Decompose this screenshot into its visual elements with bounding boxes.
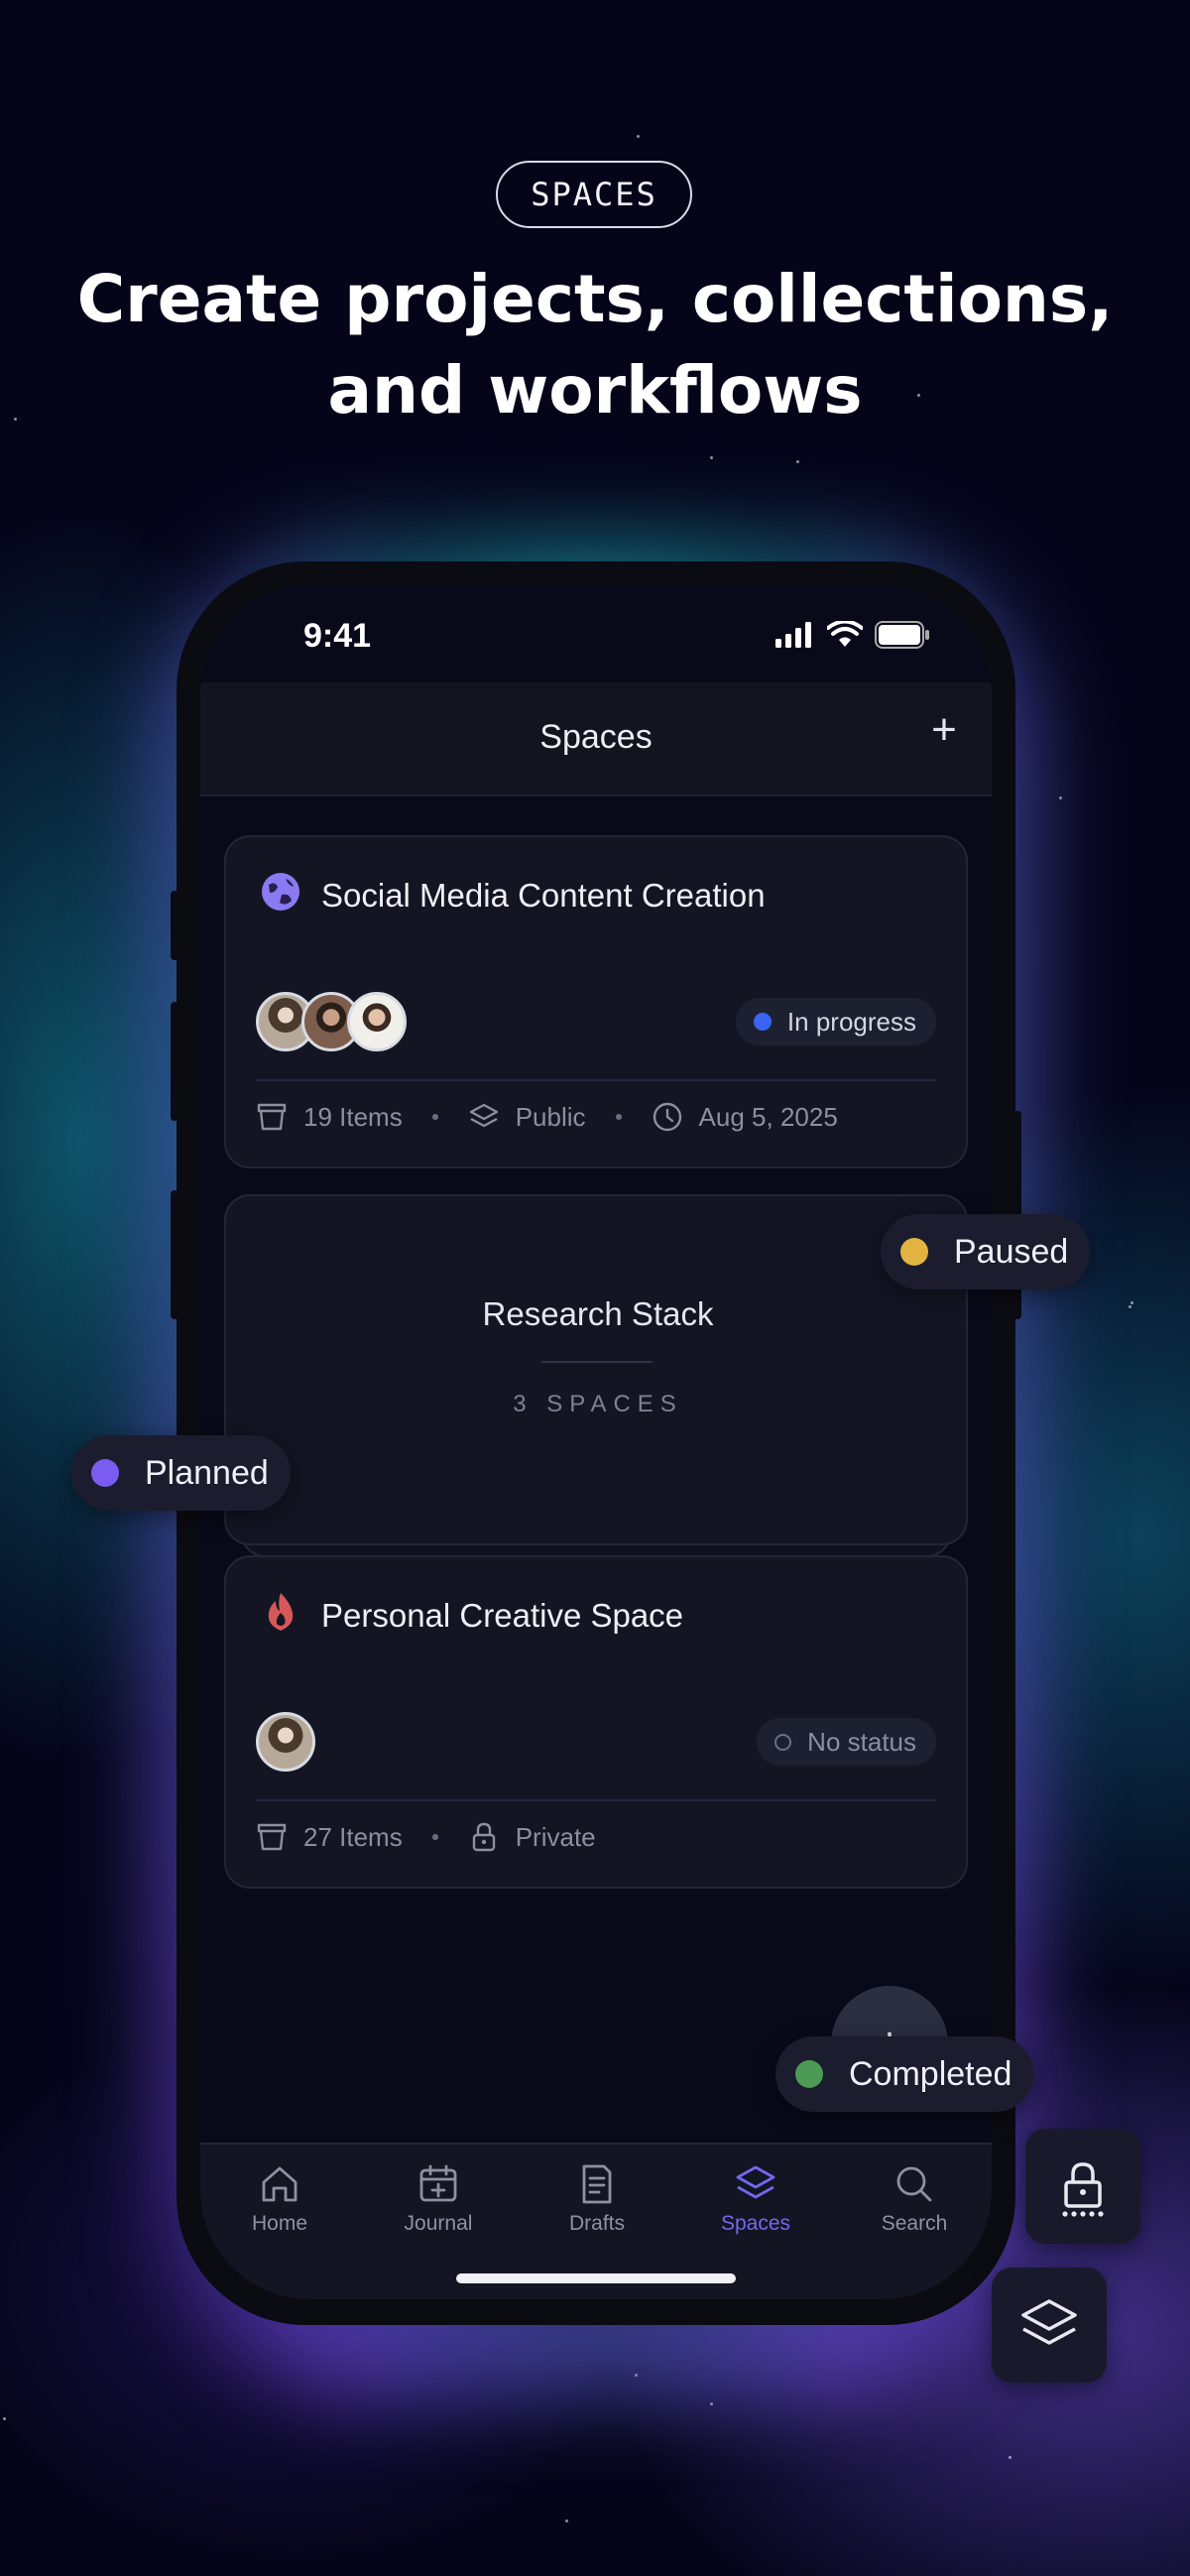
tab-label: Home — [251, 2212, 308, 2235]
tab-journal[interactable]: Journal — [359, 2162, 518, 2236]
status-time: 9:41 — [303, 617, 372, 655]
calendar-icon — [419, 2164, 457, 2202]
space-card-personal-creative[interactable]: Personal Creative Space No status 27 Ite… — [224, 1555, 968, 1889]
lock-icon — [1062, 2162, 1104, 2217]
status-badge: In progress — [735, 998, 936, 1045]
status-text: Planned — [145, 1453, 269, 1492]
lock-icon — [472, 1822, 495, 1852]
globe-icon — [262, 873, 299, 911]
stack-divider — [541, 1361, 653, 1363]
home-indicator — [456, 2273, 736, 2283]
card-meta: 19 Items Public Aug 5, 2025 — [256, 1101, 838, 1133]
stack-subtitle: 3 SPACES — [513, 1391, 683, 1417]
tab-label: Search — [881, 2212, 948, 2235]
date-label: Aug 5, 2025 — [698, 1101, 838, 1132]
home-icon — [262, 2166, 298, 2202]
meta-separator — [615, 1114, 622, 1120]
tab-drafts[interactable]: Drafts — [518, 2162, 676, 2236]
status-text: No status — [807, 1726, 916, 1757]
clock-icon — [653, 1102, 681, 1132]
floating-status-planned: Planned — [71, 1435, 291, 1511]
headline: Create projects, collections, and workfl… — [0, 254, 1190, 436]
floating-layers-button[interactable] — [992, 2268, 1107, 2383]
items-count: 27 Items — [303, 1821, 403, 1852]
tab-label: Drafts — [568, 2212, 625, 2235]
navigation-bar: Spaces + — [200, 682, 992, 797]
document-icon — [582, 2164, 612, 2204]
layers-icon — [1021, 2299, 1077, 2345]
status-text: Completed — [849, 2054, 1012, 2093]
status-badge: No status — [757, 1718, 936, 1766]
phone-side-button — [171, 891, 178, 960]
wifi-icon — [827, 621, 863, 647]
tab-label: Journal — [404, 2212, 473, 2235]
tab-label: Spaces — [720, 2212, 791, 2235]
meta-separator — [431, 1114, 438, 1120]
floating-status-paused: Paused — [881, 1214, 1091, 1289]
space-card-research-stack[interactable]: Research Stack 3 SPACES — [224, 1194, 968, 1545]
items-count: 19 Items — [303, 1101, 403, 1132]
add-space-button[interactable]: + — [922, 705, 966, 754]
headline-line-2: and workflows — [327, 352, 863, 429]
avatar — [347, 992, 407, 1051]
visibility-label: Private — [515, 1821, 596, 1852]
phone-volume-up — [171, 1002, 178, 1121]
visibility-label: Public — [515, 1101, 586, 1132]
page-title: Spaces — [539, 718, 653, 756]
archive-icon — [257, 1823, 287, 1851]
floating-status-completed: Completed — [775, 2036, 1034, 2112]
headline-line-1: Create projects, collections, — [76, 261, 1114, 337]
card-meta: 27 Items Private — [256, 1821, 596, 1853]
tab-search[interactable]: Search — [835, 2162, 992, 2236]
tab-home[interactable]: Home — [200, 2162, 359, 2236]
tab-spaces[interactable]: Spaces — [676, 2162, 835, 2236]
status-dot — [753, 1013, 772, 1031]
card-divider — [256, 1799, 936, 1801]
search-icon — [896, 2166, 932, 2202]
space-card-social-media[interactable]: Social Media Content Creation In progres… — [224, 835, 968, 1168]
archive-icon — [257, 1103, 287, 1131]
status-dot — [900, 1238, 928, 1266]
meta-separator — [431, 1834, 438, 1840]
status-text: Paused — [954, 1232, 1069, 1271]
section-badge: SPACES — [496, 161, 692, 228]
status-text: In progress — [786, 1006, 916, 1037]
space-card-title: Personal Creative Space — [321, 1597, 684, 1634]
floating-lock-button[interactable] — [1025, 2129, 1140, 2244]
layers-icon — [736, 2165, 775, 2199]
battery-icon — [875, 621, 929, 649]
status-dot — [774, 1733, 792, 1751]
signal-icon — [775, 622, 811, 648]
stack-title: Research Stack — [482, 1295, 714, 1332]
layers-icon — [469, 1103, 498, 1128]
phone-volume-down — [171, 1190, 178, 1319]
avatar — [256, 1712, 315, 1772]
status-dot — [795, 2060, 823, 2088]
space-card-title: Social Media Content Creation — [321, 877, 766, 914]
card-divider — [256, 1079, 936, 1081]
flame-icon — [268, 1593, 294, 1631]
status-icons — [775, 621, 930, 649]
status-dot — [91, 1459, 119, 1487]
